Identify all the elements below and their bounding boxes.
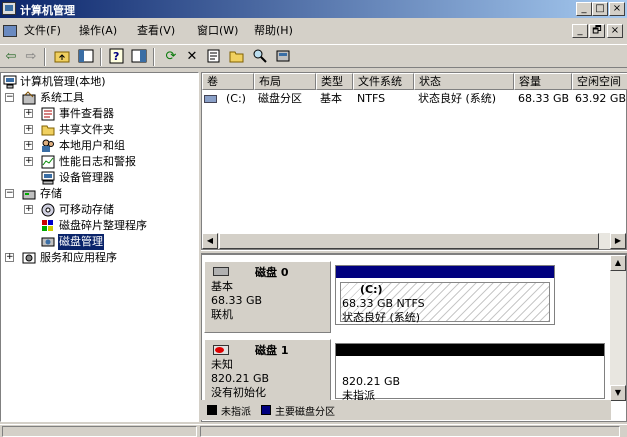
- volume-icon: [204, 95, 217, 103]
- svg-text:?: ?: [113, 50, 119, 63]
- expand-icon[interactable]: +: [24, 109, 33, 118]
- mmc-icon[interactable]: [3, 25, 17, 37]
- mdi-close-button[interactable]: ×: [607, 24, 623, 38]
- expand-icon[interactable]: +: [24, 205, 33, 214]
- computer-icon: [3, 75, 17, 89]
- expand-icon[interactable]: +: [24, 125, 33, 134]
- volume-list: 卷 布局 类型 文件系统 状态 容量 空闲空间 (C:) 磁盘分区 基本 NTF…: [201, 72, 627, 250]
- performance-icon: [41, 155, 55, 169]
- partition-bar: [336, 344, 604, 356]
- toolbar-separator: [44, 48, 46, 66]
- back-arrow-icon[interactable]: ⇦: [2, 48, 20, 66]
- partition-bar: [336, 266, 554, 278]
- column-header-volume[interactable]: 卷: [202, 73, 254, 90]
- open-folder-icon[interactable]: [228, 48, 246, 66]
- title-bar[interactable]: 计算机管理 _ □ ×: [0, 0, 627, 18]
- menu-bar: 文件(F) 操作(A) 查看(V) 窗口(W) 帮助(H): [0, 20, 627, 42]
- expand-icon[interactable]: +: [24, 157, 33, 166]
- legend: 未指派 主要磁盘分区: [201, 400, 611, 420]
- scroll-thumb[interactable]: [219, 233, 599, 249]
- removable-storage-icon: [41, 203, 55, 217]
- collapse-icon[interactable]: −: [5, 93, 14, 102]
- error-icon: [215, 347, 224, 353]
- menu-window[interactable]: 窗口(W): [193, 23, 242, 39]
- disk-0-label[interactable]: 磁盘 0 基本 68.33 GB 联机: [204, 261, 331, 333]
- legend-swatch: [207, 405, 217, 415]
- scroll-down-button[interactable]: ▼: [610, 385, 626, 401]
- disk-management-icon: [41, 235, 55, 249]
- horizontal-scrollbar[interactable]: ◀ ▶: [202, 233, 626, 249]
- disk-graphical-view: 磁盘 0 基本 68.33 GB 联机 (C:) 68.33 GB NTFS 状…: [201, 254, 627, 422]
- storage-icon: [22, 187, 36, 201]
- legend-label: 未指派: [221, 407, 251, 418]
- mdi-minimize-button[interactable]: _: [572, 24, 588, 38]
- scroll-up-button[interactable]: ▲: [610, 255, 626, 271]
- column-header-free-space[interactable]: 空闲空间: [572, 73, 627, 90]
- disk-icon: [213, 267, 229, 276]
- unallocated-region[interactable]: 820.21 GB 未指派: [335, 343, 605, 402]
- device-manager-icon: [41, 171, 55, 185]
- help-icon[interactable]: ?: [108, 48, 126, 66]
- console-tree: 计算机管理(本地) − 系统工具 + 事件查看器 + 共享文件夹 + 本地用户和…: [0, 72, 199, 422]
- status-cell: [200, 426, 620, 437]
- column-header-type[interactable]: 类型: [316, 73, 353, 90]
- defrag-icon: [41, 219, 55, 233]
- column-header-layout[interactable]: 布局: [254, 73, 316, 90]
- tools-icon: [22, 91, 36, 105]
- delete-icon[interactable]: ✕: [183, 48, 201, 66]
- column-header-filesystem[interactable]: 文件系统: [353, 73, 414, 90]
- partition-c[interactable]: (C:) 68.33 GB NTFS 状态良好 (系统): [335, 265, 555, 325]
- forward-arrow-icon[interactable]: ⇨: [22, 48, 40, 66]
- search-icon[interactable]: [251, 48, 269, 66]
- menu-view[interactable]: 查看(V): [133, 23, 179, 39]
- table-row[interactable]: (C:) 磁盘分区 基本 NTFS 状态良好 (系统) 68.33 GB 63.…: [202, 91, 626, 107]
- expand-icon[interactable]: +: [24, 141, 33, 150]
- shared-folder-icon: [41, 123, 55, 137]
- mdi-restore-button[interactable]: 🗗: [589, 24, 605, 38]
- refresh-icon[interactable]: ⟳: [162, 48, 180, 66]
- scroll-left-button[interactable]: ◀: [202, 233, 218, 249]
- status-bar: [0, 424, 627, 437]
- menu-action[interactable]: 操作(A): [75, 23, 121, 39]
- properties-pane-icon[interactable]: [130, 48, 148, 66]
- up-folder-icon[interactable]: [53, 48, 71, 66]
- properties-icon[interactable]: [205, 48, 223, 66]
- toolbar-separator: [100, 48, 102, 66]
- toolbar: ⇦ ⇨ ? ⟳ ✕: [0, 44, 627, 68]
- computer-management-icon: [2, 2, 16, 15]
- users-icon: [41, 139, 55, 153]
- collapse-icon[interactable]: −: [5, 189, 14, 198]
- scroll-right-button[interactable]: ▶: [610, 233, 626, 249]
- services-icon: [22, 251, 36, 265]
- disk-1-label[interactable]: 磁盘 1 未知 820.21 GB 没有初始化: [204, 339, 331, 401]
- window-title: 计算机管理: [20, 4, 75, 17]
- legend-swatch: [261, 405, 271, 415]
- menu-file[interactable]: 文件(F): [20, 23, 65, 39]
- close-button[interactable]: ×: [609, 2, 625, 16]
- disk-settings-icon[interactable]: [274, 48, 292, 66]
- event-viewer-icon: [41, 107, 55, 121]
- legend-label: 主要磁盘分区: [275, 407, 335, 418]
- show-hide-tree-icon[interactable]: [77, 48, 95, 66]
- column-header-status[interactable]: 状态: [414, 73, 514, 90]
- column-header-capacity[interactable]: 容量: [514, 73, 572, 90]
- maximize-button[interactable]: □: [592, 2, 608, 16]
- minimize-button[interactable]: _: [576, 2, 592, 16]
- menu-help[interactable]: 帮助(H): [250, 23, 297, 39]
- status-cell: [2, 426, 197, 437]
- expand-icon[interactable]: +: [5, 253, 14, 262]
- toolbar-separator: [153, 48, 155, 66]
- vertical-scrollbar[interactable]: ▲ ▼: [610, 255, 626, 401]
